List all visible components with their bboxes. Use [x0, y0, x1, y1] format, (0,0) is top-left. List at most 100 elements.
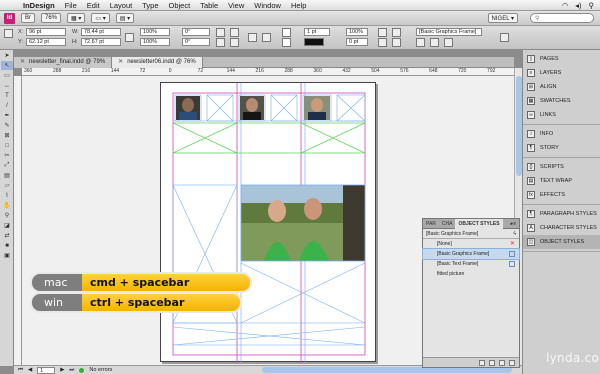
headshot-photo[interactable]	[176, 96, 200, 120]
x-position-field[interactable]: 96 pt	[26, 28, 66, 36]
y-position-field[interactable]: 62.12 pt	[26, 38, 66, 46]
rotate-90-cw-icon[interactable]	[216, 28, 225, 37]
select-container-icon[interactable]	[248, 33, 257, 42]
scissors-tool-icon[interactable]: ✂	[1, 151, 13, 160]
view-options-button[interactable]: ▦ ▾	[67, 13, 86, 23]
dock-item-layers[interactable]: ≡ LAYERS	[523, 66, 600, 80]
page-tool-icon[interactable]: ▭	[1, 71, 13, 80]
document-tab[interactable]: ✕ newsletter_final.indd @ 79%	[14, 57, 113, 68]
close-icon[interactable]: ✕	[118, 57, 123, 68]
text-wrap-none-icon[interactable]	[416, 38, 425, 47]
note-tool-icon[interactable]: ▱	[1, 181, 13, 190]
flip-vertical-icon[interactable]	[230, 38, 239, 47]
scale-x-field[interactable]: 100%	[140, 28, 170, 36]
menu-type[interactable]: Type	[137, 1, 163, 10]
workspace-switcher[interactable]: NIGEL ▾	[487, 13, 518, 23]
close-icon[interactable]: ✕	[20, 57, 25, 68]
fill-frame-proportionally-icon[interactable]	[392, 28, 401, 37]
dock-item-story[interactable]: ¶ STORY	[523, 141, 600, 155]
control-panel-menu-icon[interactable]	[500, 33, 509, 42]
selection-tool-icon[interactable]: ➤	[1, 51, 13, 60]
swap-fill-stroke-icon[interactable]: ⇄	[1, 231, 13, 240]
menu-window[interactable]: Window	[249, 1, 286, 10]
width-field[interactable]: 78.44 pt	[81, 28, 121, 36]
horizontal-ruler[interactable]: 360 288 216 144 72 0 72 144 216 288 360 432 504 576 64…	[22, 68, 514, 76]
fit-content-to-frame-icon[interactable]	[378, 38, 387, 47]
create-style-lightning-icon[interactable]: ϟ	[513, 229, 519, 238]
dock-item-character-styles[interactable]: A CHARACTER STYLES	[523, 221, 600, 235]
gradient-tool-icon[interactable]: ▤	[1, 171, 13, 180]
pen-tool-icon[interactable]: ✒	[1, 111, 13, 120]
gap-tool-icon[interactable]: ↔	[1, 81, 13, 90]
document-tab-active[interactable]: ✕ newsletter06.indd @ 76%	[112, 57, 203, 68]
constrain-proportions-icon[interactable]	[125, 33, 134, 42]
tab-paragraph-styles[interactable]: PAR	[423, 219, 439, 229]
arrange-documents-button[interactable]: ▤ ▾	[115, 13, 135, 23]
fill-swatch-icon[interactable]	[282, 28, 291, 37]
style-row-basic-graphics-frame[interactable]: [Basic Graphics Frame]	[422, 248, 520, 260]
fill-stroke-icon[interactable]: ◪	[1, 221, 13, 230]
dock-item-info[interactable]: i INFO	[523, 127, 600, 141]
fit-content-proportionally-icon[interactable]	[378, 28, 387, 37]
text-wrap-shape-icon[interactable]	[444, 38, 453, 47]
shear-field[interactable]: 0°	[182, 38, 210, 46]
dock-item-object-styles[interactable]: ◫ OBJECT STYLES	[523, 235, 600, 249]
fit-frame-to-content-icon[interactable]	[392, 38, 401, 47]
main-group-photo[interactable]	[240, 184, 366, 262]
apply-color-icon[interactable]: ■	[1, 241, 13, 250]
menu-object[interactable]: Object	[164, 1, 196, 10]
opacity-field[interactable]: 100%	[346, 28, 368, 36]
dock-item-scripts[interactable]: {} SCRIPTS	[523, 160, 600, 174]
last-page-icon[interactable]: ⏭	[69, 367, 74, 374]
volume-icon[interactable]: ◂)	[575, 1, 581, 10]
dock-item-swatches[interactable]: ▦ SWATCHES	[523, 94, 600, 108]
flip-horizontal-icon[interactable]	[230, 28, 239, 37]
direct-selection-tool-icon[interactable]: ↖	[1, 61, 13, 70]
dock-item-paragraph-styles[interactable]: ¶ PARAGRAPH STYLES	[523, 207, 600, 221]
menu-app-name[interactable]: InDesign	[18, 1, 60, 10]
panel-menu-icon[interactable]: ▸≡	[511, 221, 519, 227]
object-style-dropdown[interactable]: [Basic Graphics Frame]	[416, 28, 482, 36]
select-content-icon[interactable]	[262, 33, 271, 42]
new-style-group-icon[interactable]	[489, 359, 495, 366]
menu-help[interactable]: Help	[286, 1, 311, 10]
first-page-icon[interactable]: ⏮	[18, 367, 23, 374]
new-style-icon[interactable]	[499, 359, 505, 366]
menu-view[interactable]: View	[223, 1, 249, 10]
fitting-offset-field[interactable]: 0 pt	[346, 38, 368, 46]
line-tool-icon[interactable]: /	[1, 101, 13, 110]
menu-edit[interactable]: Edit	[82, 1, 105, 10]
reference-point-icon[interactable]	[4, 29, 13, 38]
screen-mode-icon[interactable]: ▣	[1, 251, 13, 260]
eyedropper-tool-icon[interactable]: ⌇	[1, 191, 13, 200]
rotation-field[interactable]: 0°	[182, 28, 210, 36]
spotlight-icon[interactable]: ⚲	[589, 1, 595, 10]
dock-item-text-wrap[interactable]: ▤ TEXT WRAP	[523, 174, 600, 188]
rectangle-tool-icon[interactable]: □	[1, 141, 13, 150]
page-number-field[interactable]: 1	[37, 366, 56, 374]
vertical-ruler[interactable]	[14, 76, 22, 365]
hand-tool-icon[interactable]: ✋	[1, 201, 13, 210]
next-page-icon[interactable]: ▶	[60, 367, 64, 373]
preflight-status-icon[interactable]	[79, 367, 85, 373]
stroke-swatch-icon[interactable]	[282, 38, 291, 47]
stroke-type-dropdown[interactable]	[304, 38, 324, 46]
style-row-basic-text-frame[interactable]: [Basic Text Frame]	[423, 259, 519, 269]
zoom-level-dropdown[interactable]: 76%	[41, 13, 62, 23]
delete-style-icon[interactable]	[509, 359, 515, 366]
rotate-90-ccw-icon[interactable]	[216, 38, 225, 47]
pencil-tool-icon[interactable]: ✎	[1, 121, 13, 130]
tab-object-styles[interactable]: OBJECT STYLES	[455, 218, 503, 229]
bridge-button[interactable]: Br	[21, 13, 35, 23]
dock-item-effects[interactable]: fx EFFECTS	[523, 188, 600, 202]
free-transform-tool-icon[interactable]: ⤢	[1, 161, 13, 170]
help-search-input[interactable]: ⚲	[530, 13, 594, 23]
clear-overrides-icon[interactable]	[479, 359, 485, 366]
style-row-none[interactable]: [None] ✕	[423, 239, 519, 249]
dock-item-pages[interactable]: ▯ PAGES	[523, 52, 600, 66]
tab-character-styles[interactable]: CHA	[439, 219, 456, 229]
screen-mode-button[interactable]: ▭ ▾	[91, 13, 110, 23]
wifi-icon[interactable]: ◠	[562, 1, 569, 10]
document-page[interactable]	[160, 82, 376, 363]
preflight-status-text[interactable]: No errors	[89, 367, 112, 373]
